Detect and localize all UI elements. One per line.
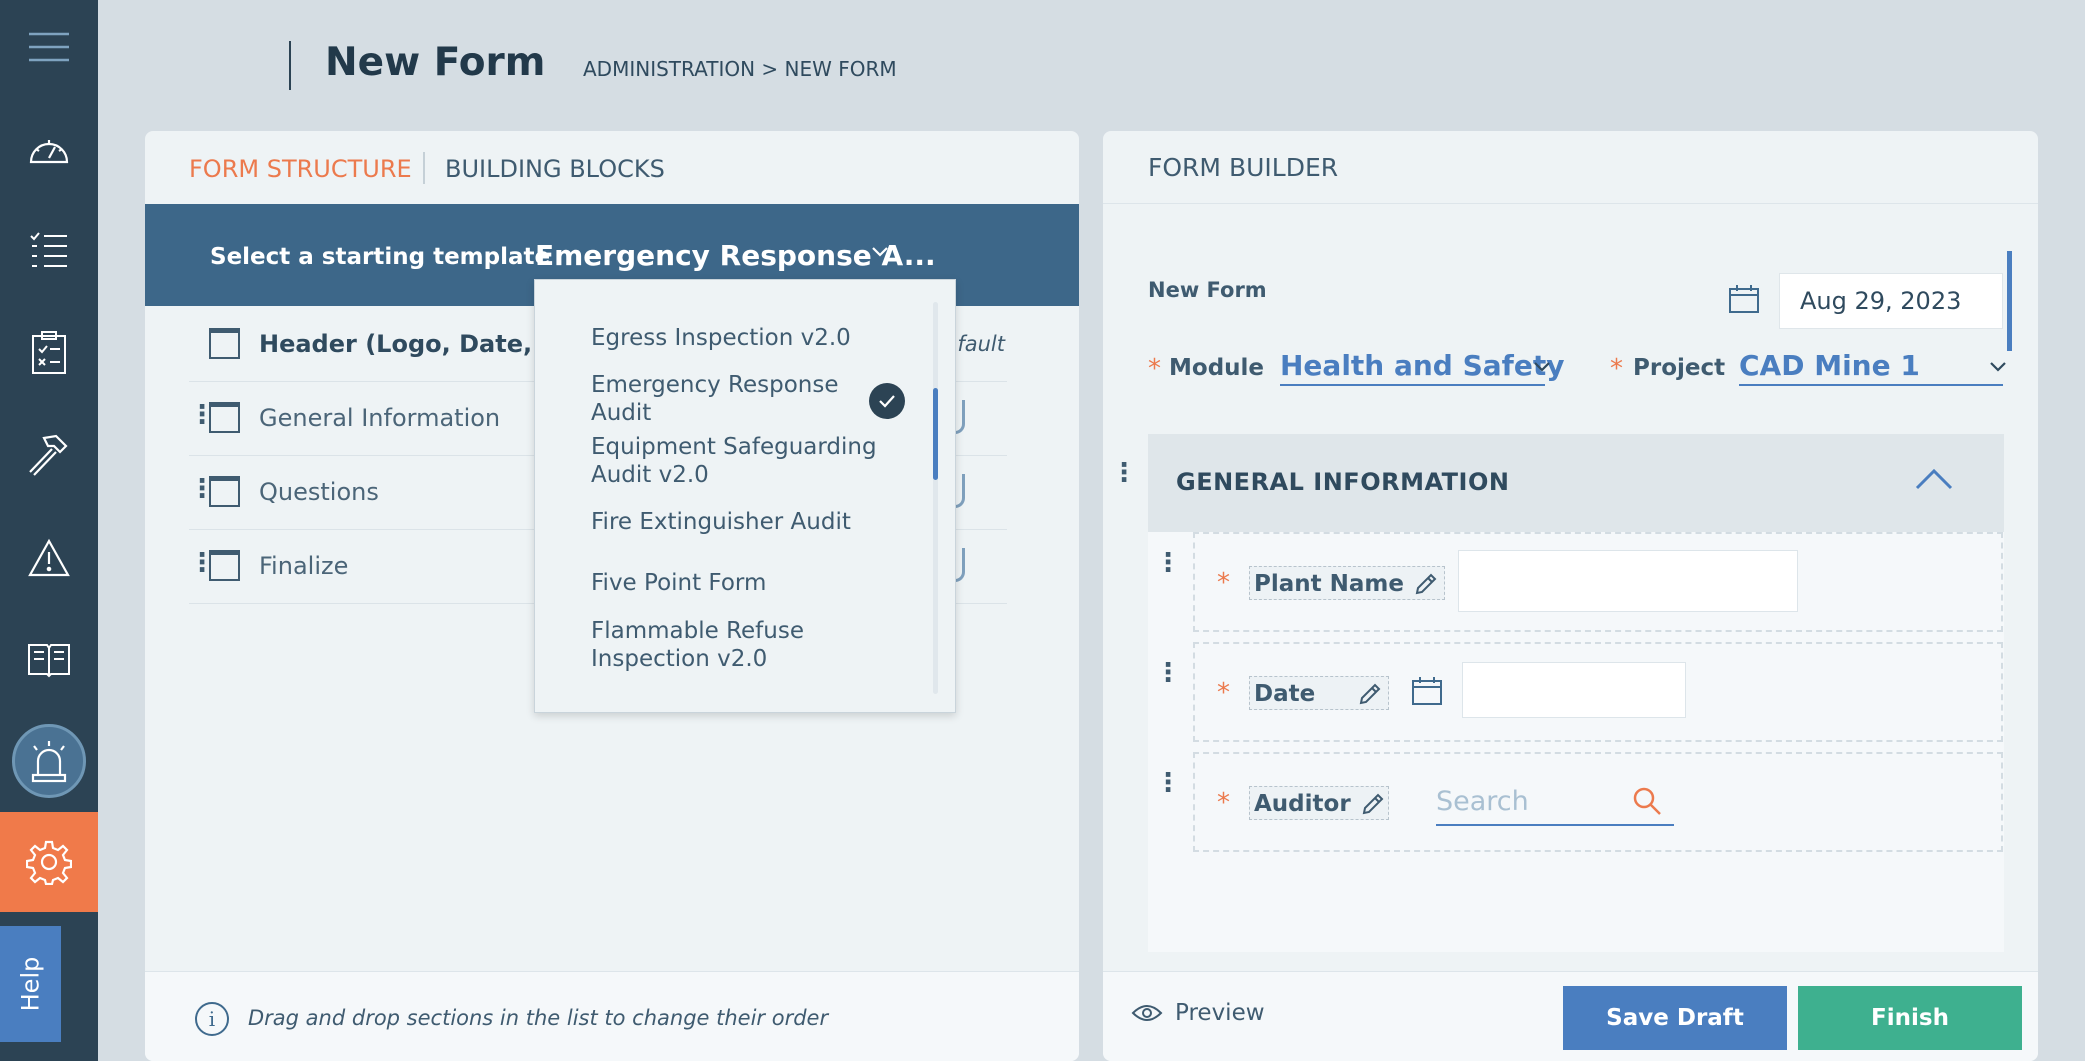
section-default-tag: fault	[957, 332, 1005, 356]
eye-icon	[1131, 1003, 1163, 1023]
plant-name-input[interactable]	[1458, 550, 1798, 612]
dropdown-scrollbar-thumb[interactable]	[933, 388, 938, 480]
section-icon	[209, 550, 240, 581]
dropdown-option[interactable]: Flammable Refuse Inspection v2.0	[591, 618, 881, 673]
form-builder-title: FORM BUILDER	[1148, 153, 1339, 182]
preview-button[interactable]: Preview	[1131, 1000, 1265, 1026]
section-icon	[209, 328, 240, 359]
tab-divider	[423, 152, 425, 184]
calendar-icon[interactable]	[1728, 284, 1760, 314]
field-row-date: ⋮ * Date	[1155, 642, 2003, 742]
form-date-input[interactable]: Aug 29, 2023	[1779, 273, 2003, 329]
field-label-box[interactable]: Auditor	[1249, 786, 1389, 820]
form-builder-panel: FORM BUILDER New Form Aug 29, 2023 * Mod…	[1103, 131, 2038, 1061]
title-divider	[289, 41, 291, 90]
dropdown-scrollbar-track[interactable]	[933, 302, 938, 694]
section-icon	[209, 476, 240, 507]
help-label: Help	[16, 956, 45, 1012]
drag-handle-icon[interactable]: ⋮	[1155, 548, 1181, 578]
field-row-auditor: ⋮ * Auditor Search	[1155, 752, 2003, 852]
save-draft-button[interactable]: Save Draft	[1563, 986, 1787, 1050]
module-label: Module	[1169, 355, 1265, 381]
section-label: Finalize	[259, 552, 349, 580]
tab-form-structure[interactable]: FORM STRUCTURE	[189, 155, 412, 183]
module-select[interactable]: Health and Safety	[1280, 349, 1564, 386]
info-bar: i Drag and drop sections in the list to …	[145, 971, 1079, 1061]
warning-icon[interactable]	[24, 533, 74, 583]
general-information-section: GENERAL INFORMATION ⋮ * Plant Name ⋮ * D…	[1148, 434, 2004, 952]
date-input[interactable]	[1462, 662, 1686, 718]
section-label: General Information	[259, 404, 501, 432]
field-label-box[interactable]: Date	[1249, 676, 1389, 710]
pencil-icon[interactable]	[1414, 572, 1438, 596]
breadcrumb: ADMINISTRATION > NEW FORM	[583, 57, 897, 81]
book-icon[interactable]	[24, 634, 74, 684]
required-marker: *	[1217, 788, 1230, 818]
list-icon[interactable]	[24, 225, 74, 275]
dropdown-option[interactable]: Egress Inspection v2.0	[591, 325, 881, 353]
dashboard-icon[interactable]	[24, 125, 74, 175]
clipboard-icon[interactable]	[24, 328, 74, 378]
help-tab[interactable]: Help	[0, 926, 61, 1042]
divider	[1103, 203, 2038, 204]
drag-handle-icon[interactable]: ⋮	[1155, 658, 1181, 688]
pencil-icon[interactable]	[1358, 682, 1382, 706]
dropdown-option[interactable]: Equipment Safeguarding Audit v2.0	[591, 434, 881, 489]
field-label: Plant Name	[1254, 571, 1404, 597]
dropdown-option[interactable]: Fire Extinguisher Audit	[591, 509, 881, 537]
field-row-plant-name: ⋮ * Plant Name	[1155, 532, 2003, 632]
field-label: Auditor	[1254, 791, 1351, 817]
scrollbar-thumb[interactable]	[2007, 251, 2012, 351]
menu-icon[interactable]	[24, 22, 74, 72]
chevron-down-icon[interactable]	[871, 246, 889, 258]
template-dropdown[interactable]: Egress Inspection v2.0 Emergency Respons…	[534, 279, 956, 713]
gear-icon[interactable]	[0, 812, 98, 912]
calendar-icon[interactable]	[1411, 676, 1443, 706]
chevron-down-icon[interactable]	[1989, 361, 2007, 373]
drag-handle-icon[interactable]: ⋮	[1155, 768, 1181, 798]
section-title: GENERAL INFORMATION	[1176, 468, 1510, 496]
chevron-up-icon[interactable]	[1914, 466, 1954, 492]
dropdown-option[interactable]: Five Point Form	[591, 570, 881, 598]
section-header[interactable]: GENERAL INFORMATION	[1148, 434, 2004, 532]
info-text: Drag and drop sections in the list to ch…	[248, 1006, 829, 1030]
sidebar: Help	[0, 0, 98, 1061]
alarm-light-icon[interactable]	[12, 724, 86, 798]
drag-handle-icon[interactable]: ⋮	[1111, 458, 1137, 488]
required-marker: *	[1217, 568, 1230, 598]
template-label: Select a starting template	[210, 244, 551, 270]
project-select[interactable]: CAD Mine 1	[1739, 349, 2003, 386]
field-label: Date	[1254, 681, 1316, 707]
preview-label: Preview	[1175, 1000, 1265, 1026]
form-name-label: New Form	[1148, 278, 1267, 302]
page-title: New Form	[325, 40, 546, 85]
dropdown-option-selected[interactable]: Emergency Response Audit	[591, 372, 881, 427]
chevron-down-icon[interactable]	[1533, 361, 1551, 373]
required-marker: *	[1610, 354, 1623, 384]
search-icon[interactable]	[1632, 786, 1662, 816]
section-icon	[209, 402, 240, 433]
project-label: Project	[1633, 355, 1726, 381]
field-label-box[interactable]: Plant Name	[1249, 566, 1445, 600]
check-icon	[869, 383, 905, 419]
info-icon: i	[195, 1002, 229, 1036]
section-label: Questions	[259, 478, 379, 506]
auditor-search-input[interactable]: Search	[1436, 784, 1674, 826]
tab-building-blocks[interactable]: BUILDING BLOCKS	[445, 155, 665, 183]
required-marker: *	[1148, 354, 1161, 384]
pencil-icon[interactable]	[1361, 792, 1385, 816]
search-placeholder: Search	[1436, 786, 1529, 817]
finish-button[interactable]: Finish	[1798, 986, 2022, 1050]
required-marker: *	[1217, 678, 1230, 708]
hammer-icon[interactable]	[24, 430, 74, 480]
